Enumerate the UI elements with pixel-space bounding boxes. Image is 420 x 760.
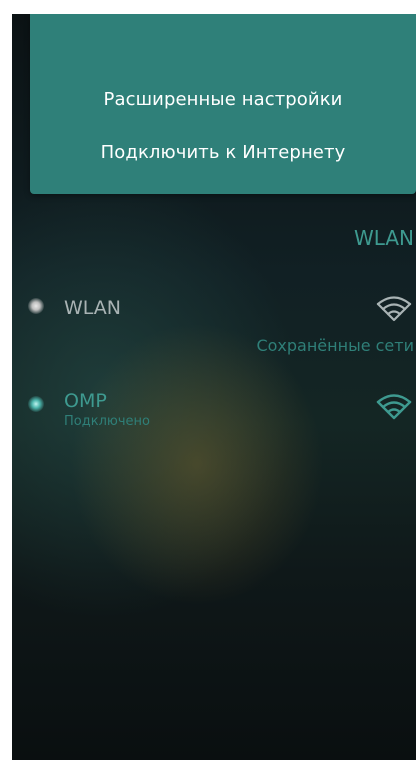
network-name: OMP <box>64 390 107 412</box>
network-status: Подключено <box>64 414 150 429</box>
wlan-settings-screen: Расширенные настройки Подключить к Интер… <box>12 14 416 760</box>
wlan-toggle-label: WLAN <box>64 297 122 319</box>
connected-indicator <box>28 396 44 412</box>
wifi-icon <box>376 296 412 322</box>
menu-item-connect-to-internet[interactable]: Подключить к Интернету <box>30 142 416 163</box>
pulley-menu: Расширенные настройки Подключить к Интер… <box>30 14 416 194</box>
saved-networks-section-header: Сохранённые сети <box>256 336 414 355</box>
switch-indicator <box>28 298 44 314</box>
page-title: WLAN <box>353 226 414 250</box>
network-item-omp[interactable]: OMP Подключено <box>12 382 416 432</box>
wifi-icon <box>376 394 412 420</box>
wlan-toggle[interactable]: WLAN <box>12 284 416 334</box>
menu-item-advanced-settings[interactable]: Расширенные настройки <box>30 89 416 110</box>
